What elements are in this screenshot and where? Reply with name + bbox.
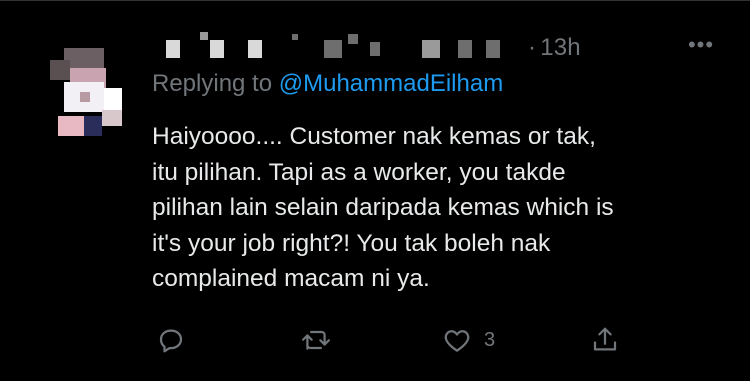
replying-handle-link[interactable]: @MuhammadEilham — [279, 70, 503, 97]
more-options-button[interactable]: ••• — [684, 30, 718, 60]
share-button[interactable] — [590, 320, 620, 360]
like-button[interactable]: 3 — [442, 320, 495, 360]
share-icon — [593, 327, 617, 351]
redacted-handle-block — [324, 40, 342, 58]
redacted-handle-block — [486, 40, 500, 58]
reply-icon — [159, 329, 183, 353]
avatar-pixel — [104, 88, 122, 110]
redacted-name-block — [292, 34, 298, 40]
replying-prefix: Replying to — [152, 70, 273, 97]
redacted-handle-block — [422, 40, 440, 58]
retweet-icon — [301, 330, 331, 350]
action-bar: 3 — [152, 320, 632, 360]
avatar-pixel — [64, 48, 104, 68]
redacted-name-block — [248, 40, 262, 58]
more-icon: ••• — [687, 32, 715, 57]
avatar[interactable] — [50, 42, 122, 138]
top-divider — [0, 0, 750, 1]
avatar-pixel — [50, 60, 70, 80]
redacted-name-block — [210, 40, 224, 58]
avatar-pixel — [102, 110, 122, 126]
redacted-handle-block — [348, 34, 358, 44]
tweet-timestamp[interactable]: · 13h — [528, 34, 581, 62]
tweet-text: Haiyoooo.... Customer nak kemas or tak, … — [152, 123, 614, 293]
redacted-name-block — [166, 40, 180, 58]
heart-icon — [444, 330, 470, 352]
time-label: 13h — [540, 34, 581, 61]
reply-button[interactable] — [156, 320, 186, 360]
retweet-button[interactable] — [300, 320, 332, 360]
avatar-pixel — [58, 116, 84, 136]
avatar-pixel — [84, 116, 102, 136]
like-count: 3 — [484, 328, 496, 351]
redacted-handle-block — [370, 42, 380, 56]
avatar-pixel — [80, 92, 90, 102]
redacted-handle-block — [458, 40, 472, 58]
replying-to: Replying to @MuhammadEilham — [152, 70, 503, 98]
time-separator: · — [528, 34, 537, 61]
tweet-header: · 13h ••• — [152, 30, 713, 66]
redacted-name-block — [200, 32, 208, 40]
